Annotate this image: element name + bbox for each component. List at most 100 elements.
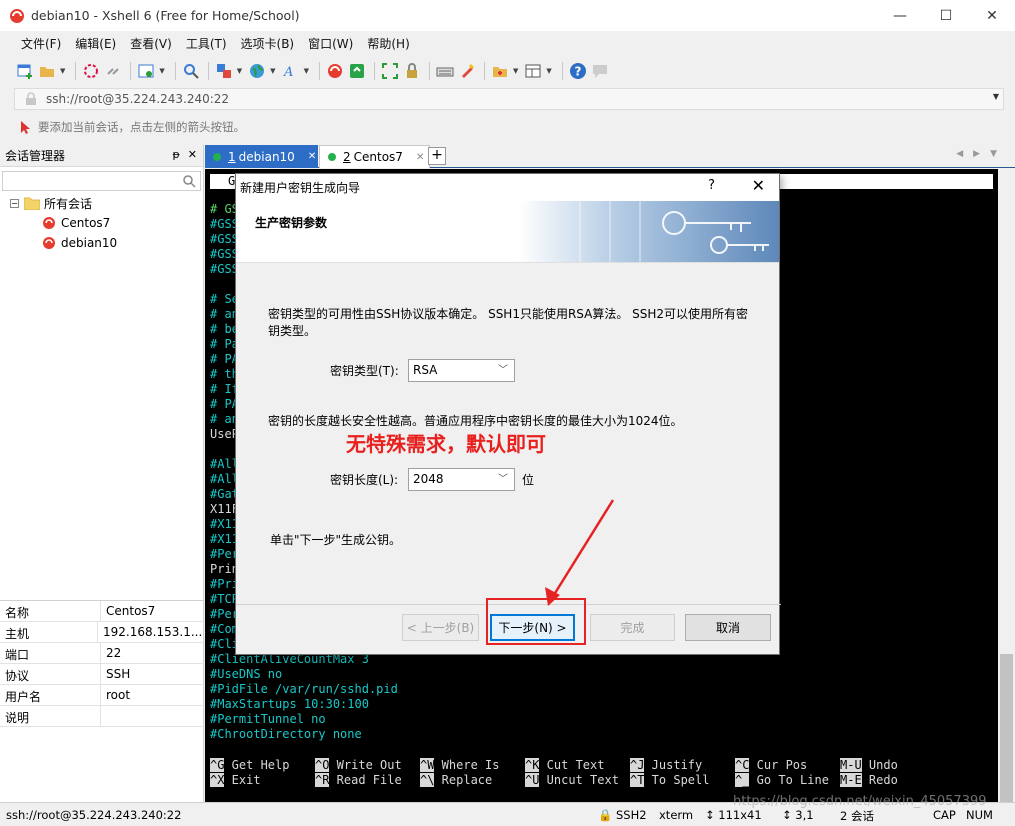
tab-close-icon[interactable]: ✕ — [308, 151, 316, 162]
status-bar: ssh://root@35.224.243.240:22 🔒 SSH2 xter… — [0, 802, 1015, 826]
chevron-down-icon[interactable]: ▼ — [546, 67, 551, 75]
terminal-line: #ChrootDirectory none — [210, 727, 362, 741]
nano-shortcut: ^G Get Help — [210, 758, 315, 773]
finish-button[interactable]: 完成 — [590, 614, 675, 641]
tab-debian10[interactable]: 1 debian10 ✕ — [205, 145, 318, 168]
chevron-down-icon[interactable]: ▼ — [993, 92, 999, 101]
back-button[interactable]: < 上一步(B) — [402, 614, 479, 641]
menu-tabs[interactable]: 选项卡(B) — [234, 35, 302, 52]
search-icon[interactable] — [182, 62, 200, 80]
key-length-select[interactable]: 2048 ﹀ — [408, 468, 515, 491]
properties-icon[interactable] — [137, 62, 155, 80]
status-sessions: 2 会话 — [840, 809, 874, 823]
property-key: 端口 — [0, 643, 101, 663]
nano-shortcut-key: ^W — [420, 758, 435, 772]
keyboard-icon[interactable] — [436, 62, 454, 80]
chevron-down-icon[interactable]: ▼ — [159, 67, 164, 75]
scrollbar-thumb[interactable] — [1000, 654, 1013, 804]
session-icon — [43, 237, 55, 249]
menu-help[interactable]: 帮助(H) — [360, 35, 416, 52]
nano-shortcut-row: ^X Exit ^R Read File ^\ Replace ^U Uncut Te… — [210, 773, 995, 788]
pin-icon[interactable]: ᵽ — [172, 148, 179, 161]
nano-shortcut: ^K Cut Text — [525, 758, 630, 773]
chevron-down-icon[interactable]: ▼ — [513, 67, 518, 75]
dialog-heading: 生产密钥参数 — [255, 216, 328, 230]
nano-shortcut-label: Redo — [861, 773, 898, 787]
disconnect-icon[interactable] — [82, 62, 100, 80]
menu-file[interactable]: 文件(F) — [14, 35, 68, 52]
chevron-down-icon[interactable]: ﹀ — [498, 469, 508, 490]
nano-shortcut-key: ^X — [210, 773, 225, 787]
connected-status-icon — [213, 152, 221, 161]
tab-number: 1 — [228, 149, 236, 164]
menu-view[interactable]: 查看(V) — [123, 35, 179, 52]
nano-shortcut-label: Undo — [861, 758, 898, 772]
search-icon[interactable] — [182, 174, 196, 188]
dialog-close-button[interactable]: ✕ — [752, 176, 765, 195]
help-icon[interactable]: ? — [569, 62, 587, 80]
font-icon[interactable]: A — [282, 62, 300, 80]
open-folder-icon[interactable] — [38, 62, 56, 80]
menu-window[interactable]: 窗口(W) — [301, 35, 360, 52]
minimize-button[interactable]: — — [877, 0, 923, 31]
fullscreen-icon[interactable] — [381, 62, 399, 80]
dialog-help-button[interactable]: ? — [708, 178, 715, 193]
tab-nav-arrows-icon[interactable]: ◀▶▼ — [956, 149, 1007, 159]
nano-shortcut-key: M-E — [840, 773, 862, 787]
nano-shortcut-label: Write Out — [329, 758, 402, 772]
nano-shortcut-key: ^K — [525, 758, 540, 772]
window-layout-icon[interactable] — [524, 62, 542, 80]
address-input[interactable]: ssh://root@35.224.243.240:22 — [46, 92, 229, 106]
property-row: 说明 — [0, 706, 204, 727]
layout-icon[interactable] — [215, 62, 233, 80]
address-bar[interactable]: ssh://root@35.224.243.240:22 ▼ — [14, 88, 1004, 110]
next-button[interactable]: 下一步(N) > — [490, 614, 575, 641]
key-type-label: 密钥类型(T): — [330, 364, 399, 378]
tab-centos7[interactable]: 2 Centos7 ✕ — [319, 145, 430, 168]
nano-shortcut-label: Go To Line — [749, 773, 829, 787]
add-tab-button[interactable]: + — [428, 147, 446, 165]
tab-close-icon[interactable]: ✕ — [416, 152, 424, 163]
xshell-icon[interactable] — [326, 62, 344, 80]
add-session-arrow-icon[interactable] — [18, 120, 32, 134]
key-length-label: 密钥长度(L): — [330, 473, 399, 487]
terminal-line: #PidFile /var/run/sshd.pid — [210, 682, 398, 696]
tab-number: 2 — [343, 150, 351, 164]
key-type-select[interactable]: RSA ﹀ — [408, 359, 515, 382]
lock-icon[interactable] — [403, 62, 421, 80]
chevron-down-icon[interactable]: ﹀ — [498, 360, 508, 381]
globe-icon[interactable] — [248, 62, 266, 80]
new-session-icon[interactable] — [16, 62, 34, 80]
property-row: 协议 SSH — [0, 664, 204, 685]
cancel-button[interactable]: 取消 — [685, 614, 771, 641]
nano-shortcut-label: Justify — [644, 758, 703, 772]
tree-item-centos7[interactable]: Centos7 — [0, 213, 203, 233]
add-folder-icon[interactable] — [491, 62, 509, 80]
maximize-button[interactable]: ☐ — [923, 0, 969, 31]
session-tab-bar: 1 debian10 ✕ 2 Centos7 ✕ + ◀▶▼ — [205, 145, 1015, 168]
reconnect-icon[interactable] — [104, 62, 122, 80]
tree-folder-all-sessions[interactable]: − 所有会话 — [0, 193, 203, 213]
xftp-icon[interactable] — [348, 62, 366, 80]
chat-icon[interactable] — [591, 62, 609, 80]
tree-item-label: Centos7 — [61, 216, 111, 230]
chevron-down-icon[interactable]: ▼ — [237, 67, 242, 75]
chevron-down-icon[interactable]: ▼ — [60, 67, 65, 75]
highlight-icon[interactable] — [458, 62, 476, 80]
close-panel-icon[interactable]: ✕ — [188, 148, 197, 161]
nano-shortcut: ^\ Replace — [420, 773, 525, 788]
svg-text:A: A — [283, 65, 293, 80]
tree-item-debian10[interactable]: debian10 — [0, 233, 203, 253]
terminal-scrollbar[interactable] — [998, 169, 1015, 804]
collapse-toggle-icon[interactable]: − — [10, 198, 19, 208]
chevron-down-icon[interactable]: ▼ — [304, 67, 309, 75]
menu-edit[interactable]: 编辑(E) — [68, 35, 123, 52]
session-search-input[interactable] — [2, 171, 201, 191]
property-key: 协议 — [0, 664, 101, 684]
dialog-divider — [236, 604, 781, 605]
menu-tools[interactable]: 工具(T) — [179, 35, 234, 52]
chevron-down-icon[interactable]: ▼ — [270, 67, 275, 75]
close-button[interactable]: ✕ — [969, 0, 1015, 31]
nano-shortcut-key: ^U — [525, 773, 540, 787]
dialog-title-bar: 新建用户密钥生成向导 ? ✕ — [236, 174, 779, 201]
